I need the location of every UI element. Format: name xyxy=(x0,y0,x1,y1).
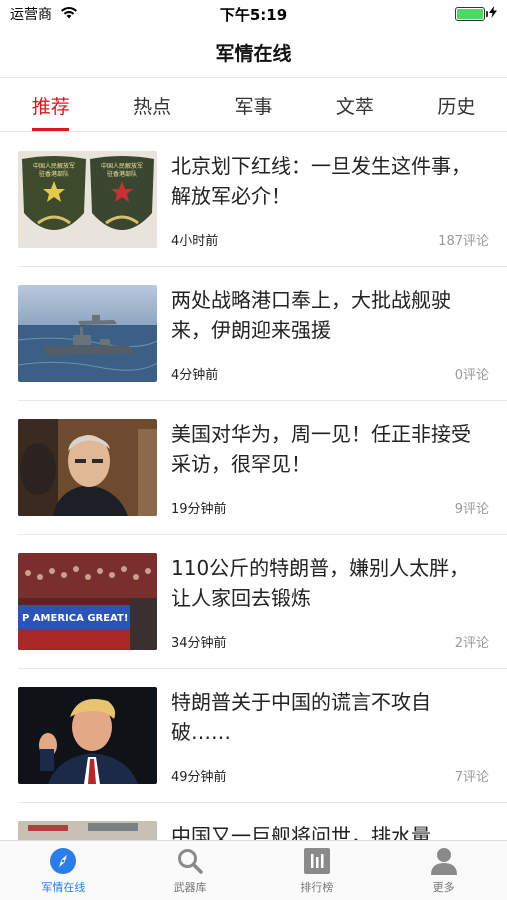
page-title: 军情在线 xyxy=(215,43,292,65)
carrier-label: 运营商 xyxy=(10,7,52,23)
wifi-icon xyxy=(60,6,78,23)
compass-icon xyxy=(48,846,78,876)
news-time: 4分钟前 xyxy=(171,368,219,383)
user-icon xyxy=(429,846,459,876)
tabbar-item-weapons[interactable]: 武器库 xyxy=(127,841,254,900)
news-comments[interactable]: 0评论 xyxy=(455,364,489,383)
status-left: 运营商 xyxy=(10,4,78,24)
news-text: 中国又一巨舰将问世，排水量 xyxy=(157,821,489,841)
tab-recommend[interactable]: 推荐 xyxy=(0,80,101,131)
tabbar-item-ranking[interactable]: 排行榜 xyxy=(254,841,381,900)
tabbar-label: 军情在线 xyxy=(41,881,86,894)
news-time: 4小时前 xyxy=(171,234,219,249)
status-right xyxy=(455,6,497,22)
news-thumbnail-rally: P AMERICA GREAT! xyxy=(18,553,157,650)
news-title[interactable]: 两处战略港口奉上，大批战舰驶来，伊朗迎来强援 xyxy=(171,285,489,345)
news-thumbnail-warships xyxy=(18,285,157,382)
news-text: 美国对华为，周一见！任正非接受采访，很罕见！ 19分钟前 9评论 xyxy=(157,419,489,517)
news-item[interactable]: 中国人民解放军 驻香港部队 中国人民解放军 驻香港部队 北京划下红线：一旦发生这… xyxy=(0,133,507,267)
news-title[interactable]: 美国对华为，周一见！任正非接受采访，很罕见！ xyxy=(171,419,489,479)
news-item[interactable]: 美国对华为，周一见！任正非接受采访，很罕见！ 19分钟前 9评论 xyxy=(0,401,507,535)
tabbar-item-more[interactable]: 更多 xyxy=(380,841,507,900)
news-time: 19分钟前 xyxy=(171,502,227,517)
news-comments[interactable]: 2评论 xyxy=(455,632,489,651)
news-meta: 4小时前 187评论 xyxy=(171,230,489,249)
news-title[interactable]: 特朗普关于中国的谎言不攻自破…… xyxy=(171,687,489,747)
news-item[interactable]: 两处战略港口奉上，大批战舰驶来，伊朗迎来强援 4分钟前 0评论 xyxy=(0,267,507,401)
tabbar-label: 排行榜 xyxy=(300,881,334,894)
news-item[interactable]: 特朗普关于中国的谎言不攻自破…… 49分钟前 7评论 xyxy=(0,669,507,803)
news-thumbnail-portrait xyxy=(18,419,157,516)
tabbar-label: 更多 xyxy=(432,881,455,894)
rally-banner-text: P AMERICA GREAT! xyxy=(22,613,128,624)
news-thumbnail-shipyard xyxy=(18,821,157,841)
news-thumbnail-speaker xyxy=(18,687,157,784)
news-meta: 4分钟前 0评论 xyxy=(171,364,489,383)
news-title[interactable]: 北京划下红线：一旦发生这件事，解放军必介！ xyxy=(171,151,489,211)
tab-history[interactable]: 历史 xyxy=(406,80,507,131)
news-comments[interactable]: 187评论 xyxy=(438,230,489,249)
badge-text-left-2: 驻香港部队 xyxy=(39,170,69,178)
news-title[interactable]: 110公斤的特朗普，嫌别人太胖，让人家回去锻炼 xyxy=(171,553,489,613)
news-item[interactable]: 中国又一巨舰将问世，排水量 xyxy=(0,803,507,841)
news-time: 49分钟前 xyxy=(171,770,227,785)
news-time: 34分钟前 xyxy=(171,636,227,651)
battery-icon xyxy=(455,7,488,21)
badge-text-right-1: 中国人民解放军 xyxy=(101,162,143,170)
news-comments[interactable]: 9评论 xyxy=(455,498,489,517)
news-item[interactable]: P AMERICA GREAT! 110公斤的特朗普，嫌别人太胖，让人家回去锻炼… xyxy=(0,535,507,669)
news-meta: 34分钟前 2评论 xyxy=(171,632,489,651)
nav-bar: 军情在线 xyxy=(0,28,507,78)
news-meta: 49分钟前 7评论 xyxy=(171,766,489,785)
news-feed[interactable]: 中国人民解放军 驻香港部队 中国人民解放军 驻香港部队 北京划下红线：一旦发生这… xyxy=(0,133,507,841)
bottom-tab-bar: 军情在线 武器库 排行榜 更多 xyxy=(0,840,507,900)
news-text: 特朗普关于中国的谎言不攻自破…… 49分钟前 7评论 xyxy=(157,687,489,785)
status-bar: 运营商 下午5:19 xyxy=(0,0,507,28)
news-title[interactable]: 中国又一巨舰将问世，排水量 xyxy=(171,821,489,841)
tab-hot[interactable]: 热点 xyxy=(101,80,202,131)
news-meta: 19分钟前 9评论 xyxy=(171,498,489,517)
news-comments[interactable]: 7评论 xyxy=(455,766,489,785)
search-icon xyxy=(175,846,205,876)
category-tabs: 推荐 热点 军事 文萃 历史 xyxy=(0,80,507,132)
badge-text-left-1: 中国人民解放军 xyxy=(33,162,75,170)
news-text: 北京划下红线：一旦发生这件事，解放军必介！ 4小时前 187评论 xyxy=(157,151,489,249)
tabbar-label: 武器库 xyxy=(173,881,207,894)
charging-icon xyxy=(489,6,497,22)
news-text: 两处战略港口奉上，大批战舰驶来，伊朗迎来强援 4分钟前 0评论 xyxy=(157,285,489,383)
badge-text-right-2: 驻香港部队 xyxy=(107,170,137,178)
tab-military[interactable]: 军事 xyxy=(203,80,304,131)
news-text: 110公斤的特朗普，嫌别人太胖，让人家回去锻炼 34分钟前 2评论 xyxy=(157,553,489,651)
tab-digest[interactable]: 文萃 xyxy=(304,80,405,131)
tabbar-item-news[interactable]: 军情在线 xyxy=(0,841,127,900)
chart-icon xyxy=(302,846,332,876)
news-thumbnail-badges: 中国人民解放军 驻香港部队 中国人民解放军 驻香港部队 xyxy=(18,151,157,248)
